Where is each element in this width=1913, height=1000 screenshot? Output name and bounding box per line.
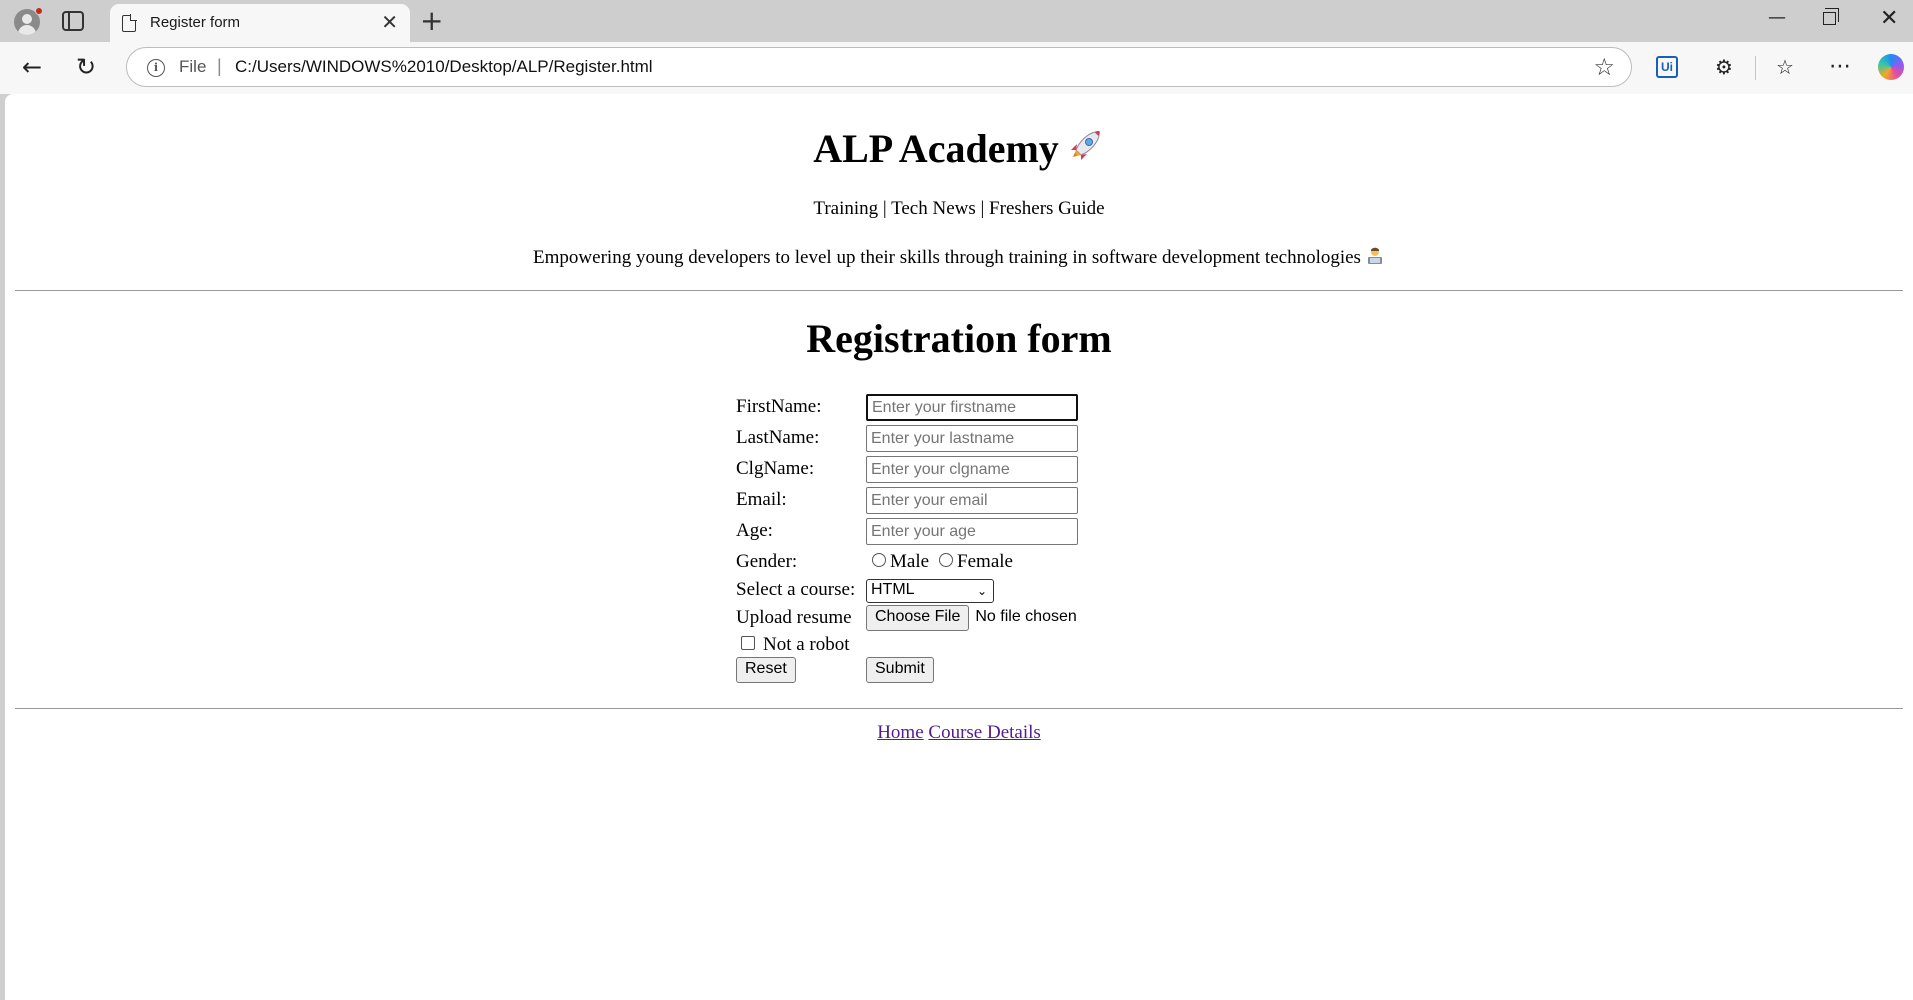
submit-button[interactable]: Submit — [866, 657, 934, 683]
brand-text: ALP Academy — [813, 126, 1059, 171]
clgname-input[interactable] — [866, 456, 1078, 483]
browser-toolbar: ← ↻ i File | C:/Users/WINDOWS%2010/Deskt… — [0, 42, 1913, 94]
age-row: Age: — [736, 518, 1136, 545]
file-status: No file chosen — [975, 608, 1077, 625]
robot-row: Not a robot — [736, 632, 1136, 658]
clgname-row: ClgName: — [736, 456, 1136, 483]
gender-male-label: Male — [890, 551, 930, 572]
minimize-icon[interactable]: — — [1768, 8, 1786, 28]
clgname-label: ClgName: — [736, 458, 815, 479]
course-selected-value: HTML — [871, 581, 915, 598]
gender-male-radio[interactable] — [872, 553, 886, 567]
choose-file-button[interactable]: Choose File — [866, 605, 970, 631]
not-a-robot-checkbox[interactable] — [741, 636, 755, 650]
home-link[interactable]: Home — [877, 722, 923, 743]
tagline: Empowering young developers to level up … — [5, 246, 1913, 269]
reset-button[interactable]: Reset — [736, 657, 796, 683]
not-a-robot-label: Not a robot — [763, 634, 850, 655]
course-details-link[interactable]: Course Details — [928, 722, 1040, 743]
gender-female-radio[interactable] — [939, 553, 954, 567]
tab-actions-icon[interactable] — [62, 11, 84, 31]
resume-label: Upload resume — [736, 607, 852, 628]
back-arrow-icon[interactable]: ← — [22, 54, 42, 80]
chevron-down-icon: ⌄ — [976, 584, 987, 598]
age-input[interactable] — [866, 518, 1078, 545]
email-row: Email: — [736, 487, 1136, 514]
register-page: ALP Academy Training | Tech News | Fresh… — [5, 94, 1913, 1000]
active-tab[interactable]: Register form ✕ — [110, 4, 410, 42]
actions-row: Reset Submit — [736, 657, 1136, 683]
lastname-input[interactable] — [866, 425, 1078, 452]
footer-divider — [15, 708, 1903, 709]
lastname-label: LastName: — [736, 427, 820, 448]
address-separator: | — [217, 56, 222, 76]
immersive-reader-icon[interactable]: Ui — [1656, 56, 1678, 78]
gender-row: Gender: Male Female — [736, 549, 1136, 575]
tagline-text: Empowering young developers to level up … — [533, 247, 1361, 268]
address-bar[interactable]: i File | C:/Users/WINDOWS%2010/Desktop/A… — [126, 47, 1632, 87]
profile-notification-dot — [35, 7, 43, 15]
email-input[interactable] — [866, 487, 1078, 514]
firstname-label: FirstName: — [736, 396, 822, 417]
gender-female-label: Female — [957, 551, 1013, 572]
reload-icon[interactable]: ↻ — [76, 54, 96, 80]
form-title: Registration form — [806, 316, 1112, 361]
browser-tab-strip: Register form ✕ + — ✕ — [0, 0, 1913, 42]
extensions-icon[interactable]: ⚙ — [1710, 52, 1738, 82]
reset-wrapper: Reset — [736, 657, 796, 683]
page-icon — [122, 14, 137, 32]
close-window-icon[interactable]: ✕ — [1880, 8, 1898, 30]
address-url[interactable]: C:/Users/WINDOWS%2010/Desktop/ALP/Regist… — [235, 57, 653, 77]
more-menu-icon[interactable]: ⋯ — [1825, 52, 1855, 82]
top-nav: Training | Tech News | Freshers Guide — [813, 198, 1105, 219]
robot-check-wrapper: Not a robot — [736, 634, 850, 656]
tab-close-icon[interactable]: ✕ — [381, 10, 398, 34]
technologist-icon — [1367, 247, 1382, 264]
firstname-row: FirstName: — [736, 394, 1136, 421]
footer-links: Home Course Details — [5, 722, 1913, 744]
age-label: Age: — [736, 520, 773, 541]
course-row: Select a course: HTML ⌄ — [736, 577, 1136, 603]
info-icon[interactable]: i — [147, 59, 165, 77]
email-label: Email: — [736, 489, 787, 510]
page-viewport: ALP Academy Training | Tech News | Fresh… — [5, 94, 1913, 1000]
favorites-icon[interactable]: ☆ — [1770, 52, 1800, 82]
course-label: Select a course: — [736, 579, 856, 600]
submit-wrapper: Submit — [866, 657, 934, 683]
new-tab-icon[interactable]: + — [420, 6, 443, 36]
resume-row: Upload resume Choose File No file chosen — [736, 605, 1136, 631]
course-select[interactable]: HTML ⌄ — [866, 579, 994, 603]
address-scheme-label: File — [179, 57, 207, 76]
tab-title: Register form — [150, 14, 241, 31]
toolbar-divider — [1755, 56, 1756, 80]
firstname-input[interactable] — [866, 394, 1078, 421]
gender-label: Gender: — [736, 551, 798, 572]
favorite-star-icon[interactable]: ☆ — [1593, 53, 1615, 81]
restore-icon[interactable] — [1823, 8, 1839, 25]
header-divider — [15, 290, 1903, 291]
rocket-icon — [1070, 131, 1100, 160]
site-brand: ALP Academy — [5, 126, 1913, 171]
copilot-icon[interactable] — [1878, 54, 1904, 80]
lastname-row: LastName: — [736, 425, 1136, 452]
